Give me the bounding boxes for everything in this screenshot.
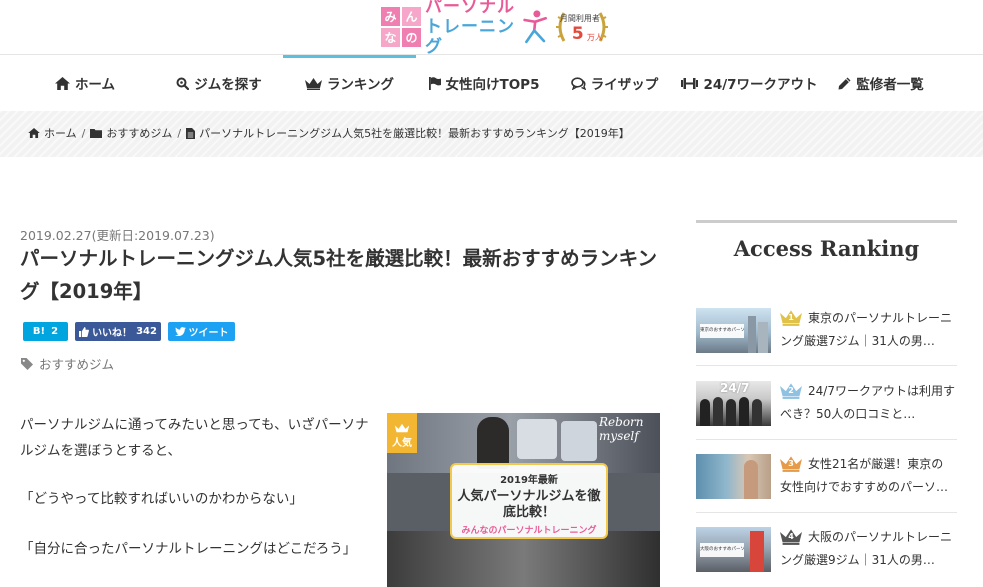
ribbon-label: 人気 (392, 438, 412, 449)
feature-photo-bag (561, 421, 597, 461)
twitter-bird-icon (174, 327, 186, 336)
flag-icon (428, 76, 441, 90)
global-nav: ホーム ジムを探す ランキング 女性向けTOP5 ライザップ 24/7ワークアウ… (0, 55, 983, 111)
nav-item-supervisors[interactable]: 監修者一覧 (821, 55, 941, 111)
nav-label: 女性向けTOP5 (445, 77, 540, 93)
ranking-thumbnail: 東京のおすすめパーソナルジム7選 (696, 308, 771, 353)
page-title: パーソナルトレーニングジム人気5社を厳選比較！最新おすすめランキング【2019年… (20, 247, 657, 303)
ranking-item[interactable]: 大阪のおすすめパーソナルジム 4 大阪のパーソナルトレーニング厳選9ジム｜31人… (696, 527, 957, 587)
nav-label: ホーム (74, 77, 116, 93)
logo-tile: ん (402, 7, 421, 26)
facebook-like-label: いいね！ (92, 328, 133, 339)
thumbnail-caption: 24/7 (720, 381, 750, 395)
ranking-thumbnail (696, 454, 771, 499)
running-figure-icon (522, 10, 547, 44)
breadcrumb-label: パーソナルトレーニングジム人気5社を厳選比較！最新おすすめランキング【2019年… (199, 127, 630, 140)
thumbs-up-icon (79, 326, 89, 337)
logo-tile: み (381, 7, 400, 26)
post-category[interactable]: おすすめジム (21, 354, 114, 373)
badge-label: 月間利用者 (559, 14, 600, 23)
logo-line1: パーソナル (425, 0, 515, 17)
feature-card-main: 人気パーソナルジムを徹底比較！ (457, 489, 601, 520)
breadcrumb-separator: / (81, 126, 86, 140)
feature-photo-bag (517, 419, 557, 459)
ranking-thumbnail: 24/7 (696, 381, 771, 426)
tweet-button[interactable]: ツイート (168, 322, 235, 341)
logo-tile: の (402, 28, 421, 47)
breadcrumb-separator: / (177, 126, 182, 140)
ranking-divider (696, 512, 957, 513)
nav-item-women-top5[interactable]: 女性向けTOP5 (416, 55, 551, 111)
sidebar-top-border (696, 220, 957, 223)
tweet-label: ツイート (188, 328, 229, 339)
body-paragraph: 「自分に合ったパーソナルトレーニングはどこだろう」 (20, 541, 357, 557)
nav-label: 24/7ワークアウト (703, 77, 818, 93)
popular-ribbon: 人気 (387, 413, 417, 453)
file-icon (186, 127, 196, 139)
breadcrumb-label: おすすめジム (106, 127, 173, 140)
hatena-bookmark-button[interactable]: B! 2 (23, 322, 68, 341)
logo-text: パーソナル トレーニング (425, 0, 520, 57)
nav-label: ランキング (326, 77, 395, 93)
crown-icon (304, 77, 322, 90)
facebook-like-count: 342 (136, 326, 157, 337)
search-icon (176, 77, 190, 90)
ranking-item[interactable]: 3 女性21名が厳選！東京の女性向けでおすすめのパーソ… (696, 454, 957, 514)
ranking-item-title: 東京のパーソナルトレーニング厳選7ジム｜31人の男… (780, 311, 953, 348)
nav-label: ライザップ (590, 77, 659, 93)
ranking-divider (696, 365, 957, 366)
feature-title-card: 2019年最新 人気パーソナルジムを徹底比較！ みんなのパーソナルトレーニング (450, 463, 608, 539)
body-paragraph: 「どうやって比較すればいいのかわからない」 (20, 491, 303, 507)
thumbnail-caption: 東京のおすすめパーソナルジム7選 (700, 324, 744, 338)
chat-icon (570, 76, 586, 90)
tag-icon (21, 357, 33, 370)
home-icon (54, 76, 70, 90)
site-header: み ん な の パーソナル トレーニング 月間利用者 5 万人 (0, 0, 983, 57)
ranking-thumbnail: 大阪のおすすめパーソナルジム (696, 527, 771, 572)
body-paragraph: パーソナルジムに通ってみたいと思っても、いざパーソナルジムを選ぼうとすると、 (20, 417, 369, 459)
breadcrumb-home[interactable]: ホーム (28, 125, 77, 141)
site-logo[interactable]: み ん な の パーソナル トレーニング 月間利用者 5 万人 (381, 0, 608, 57)
breadcrumb-current: パーソナルトレーニングジム人気5社を厳選比較！最新おすすめランキング【2019年… (186, 125, 630, 141)
dumbbell-icon (681, 77, 699, 90)
category-label: おすすめジム (39, 357, 115, 372)
feature-photo-bottom (387, 531, 660, 587)
breadcrumb: ホーム / おすすめジム / パーソナルトレーニングジム人気5社を厳選比較！最新… (28, 126, 630, 140)
featured-image: 人気 Reborn myself 2019年最新 人気パーソナルジムを徹底比較！… (387, 413, 660, 587)
feature-photo-person (477, 417, 509, 469)
feature-card-top: 2019年最新 (500, 475, 558, 486)
badge-unit: 万人 (586, 33, 603, 42)
folder-icon (90, 128, 103, 138)
thumbnail-caption: 大阪のおすすめパーソナルジム (700, 543, 744, 557)
facebook-like-button[interactable]: いいね！ 342 (75, 322, 161, 341)
nav-item-ranking[interactable]: ランキング (283, 55, 416, 111)
nav-item-search-gym[interactable]: ジムを探す (144, 55, 294, 111)
sidebar-title: Access Ranking (733, 236, 920, 261)
ranking-item-title: 大阪のパーソナルトレーニング厳選9ジム｜31人の男… (780, 530, 953, 567)
feature-card-brand: みんなのパーソナルトレーニング (461, 526, 597, 536)
breadcrumb-category[interactable]: おすすめジム (90, 125, 172, 141)
logo-tiles: み ん な の (381, 7, 421, 47)
nav-label: ジムを探す (194, 77, 262, 93)
breadcrumb-label: ホーム (44, 127, 77, 140)
nav-item-247-workout[interactable]: 24/7ワークアウト (678, 55, 821, 111)
users-badge: 月間利用者 5 万人 (554, 7, 608, 47)
home-icon (28, 128, 40, 138)
ranking-divider (696, 439, 957, 440)
pencil-icon (838, 77, 851, 90)
ranking-item[interactable]: 24/7 2 24/7ワークアウトは利用すべき？50人の口コミと… (696, 381, 957, 441)
nav-item-rizap[interactable]: ライザップ (551, 55, 678, 111)
ranking-item-title: 女性21名が厳選！東京の女性向けでおすすめのパーソ… (780, 457, 949, 494)
nav-label: 監修者一覧 (856, 77, 924, 93)
hatena-icon: B! (32, 326, 46, 337)
feature-corner-text: Reborn myself (599, 415, 644, 443)
ranking-item-title: 24/7ワークアウトは利用すべき？50人の口コミと… (780, 384, 955, 421)
logo-tile: な (381, 28, 400, 47)
crown-icon (394, 423, 410, 433)
ranking-item[interactable]: 東京のおすすめパーソナルジム7選 1 東京のパーソナルトレーニング厳選7ジム｜3… (696, 308, 957, 368)
nav-active-indicator (283, 55, 416, 58)
badge-number: 5 (571, 24, 584, 44)
hatena-count: 2 (51, 326, 59, 337)
logo-line2: トレーニング (425, 17, 515, 57)
